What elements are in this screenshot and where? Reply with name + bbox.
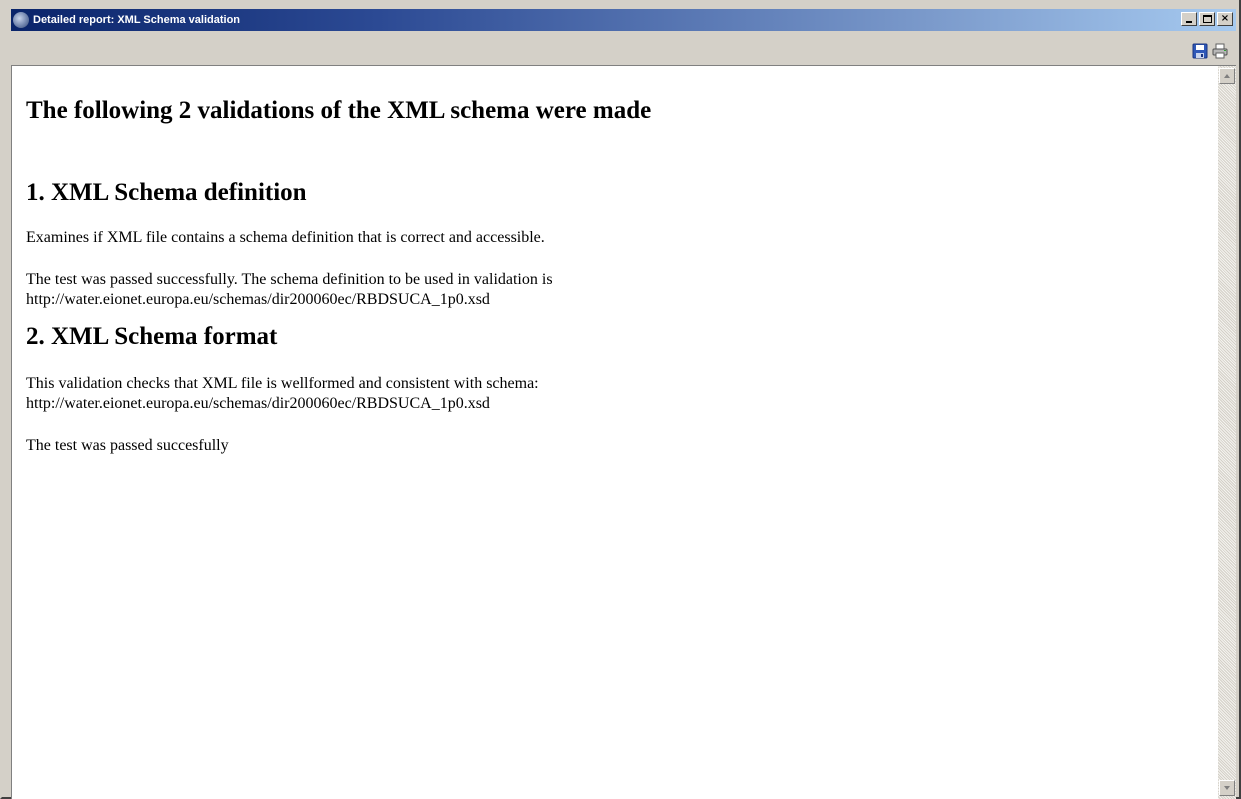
scroll-down-button[interactable] (1219, 780, 1235, 796)
section-2-schema-url: http://water.eionet.europa.eu/schemas/di… (26, 395, 490, 412)
section-1-description: Examines if XML file contains a schema d… (26, 229, 545, 246)
section-2-title: 2. XML Schema format (26, 323, 278, 350)
minimize-button[interactable] (1181, 12, 1197, 26)
section-2-result: The test was passed succesfully (26, 437, 229, 454)
window-title: Detailed report: XML Schema validation (33, 14, 241, 26)
globe-icon (13, 12, 29, 28)
close-icon: × (1220, 13, 1230, 24)
report-window: Detailed report: XML Schema validation × (0, 0, 1241, 799)
vertical-scrollbar[interactable] (1218, 66, 1236, 799)
scroll-up-arrow-icon (1224, 74, 1230, 78)
maximize-icon (1203, 15, 1212, 23)
window-controls: × (1179, 12, 1233, 26)
report-heading: The following 2 validations of the XML s… (26, 97, 652, 124)
report-frame: The following 2 validations of the XML s… (11, 65, 1236, 799)
section-2-description: This validation checks that XML file is … (26, 374, 1198, 414)
section-1-title: 1. XML Schema definition (26, 179, 307, 206)
section-2-description-line-1: This validation checks that XML file is … (26, 375, 539, 392)
save-icon[interactable] (1192, 43, 1208, 59)
title-bar[interactable]: Detailed report: XML Schema validation × (11, 9, 1236, 31)
minimize-icon (1186, 21, 1192, 23)
scroll-up-button[interactable] (1219, 68, 1235, 84)
print-icon[interactable] (1212, 43, 1228, 59)
scroll-down-arrow-icon (1224, 786, 1230, 790)
close-button[interactable]: × (1217, 12, 1233, 26)
section-1-result: The test was passed successfully. The sc… (26, 270, 1198, 310)
report-content: The following 2 validations of the XML s… (12, 66, 1212, 799)
section-1-result-line-1: The test was passed successfully. The sc… (26, 271, 553, 288)
toolbar (11, 33, 1236, 65)
maximize-button[interactable] (1199, 12, 1215, 26)
section-1-schema-url: http://water.eionet.europa.eu/schemas/di… (26, 291, 490, 308)
